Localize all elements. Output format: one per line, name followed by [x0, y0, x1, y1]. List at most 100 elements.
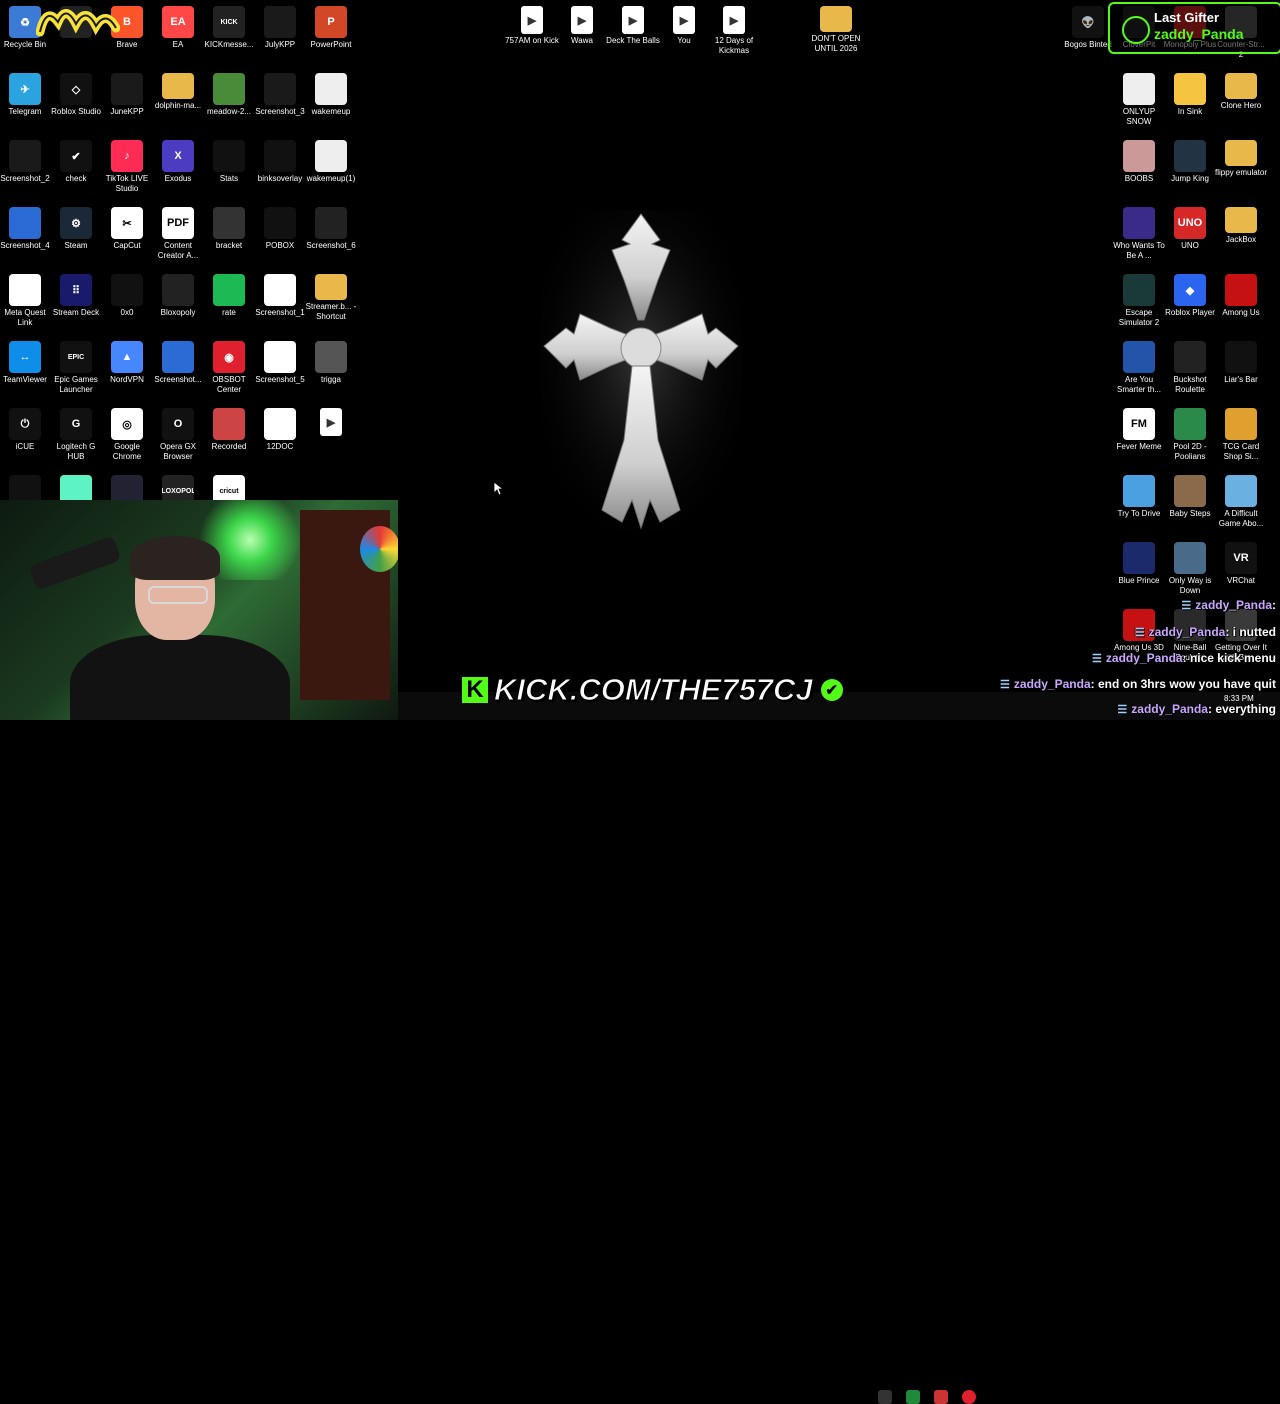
desktop-icon[interactable]: meadow-2...	[201, 69, 257, 117]
desktop-icon[interactable]: POBOX	[252, 203, 308, 251]
desktop-icon[interactable]: G Logitech G HUB	[48, 404, 104, 462]
desktop-icon[interactable]: EPIC Epic Games Launcher	[48, 337, 104, 395]
desktop-icon[interactable]: TCG Card Shop Si...	[1213, 404, 1269, 462]
xbox-icon[interactable]	[906, 1390, 920, 1404]
desktop-icon[interactable]: Clone Hero	[1213, 69, 1269, 111]
desktop-icon[interactable]: bracket	[201, 203, 257, 251]
desktop-icon[interactable]: ◎ Google Chrome	[99, 404, 155, 462]
chat-text: end on 3hrs wow you have quit	[1097, 677, 1276, 691]
desktop-icon[interactable]: ▶ Wawa	[554, 2, 610, 46]
desktop-icon[interactable]: Are You Smarter th...	[1111, 337, 1167, 395]
desktop-icon[interactable]: Bloxopoly	[150, 270, 206, 318]
desktop-icon[interactable]: ▶ 12 Days of Kickmas	[706, 2, 762, 56]
desktop-icon-label: 757AM on Kick	[505, 36, 559, 45]
desktop-icon[interactable]: ⚙ Steam	[48, 203, 104, 251]
desktop-icon-label: Meta Quest Link	[4, 308, 46, 327]
desktop-icon[interactable]: Recorded	[201, 404, 257, 452]
chat-username: zaddy_Panda	[1131, 702, 1208, 716]
desktop-icon[interactable]: Stats	[201, 136, 257, 184]
desktop-icon-label: Screenshot_4	[0, 241, 50, 250]
desktop-icon[interactable]: ▶ 757AM on Kick	[504, 2, 560, 46]
chat-username: zaddy_Panda	[1195, 598, 1272, 612]
desktop-icon[interactable]: JackBox	[1213, 203, 1269, 245]
desktop-icon[interactable]: BOOBS	[1111, 136, 1167, 184]
desktop-icon[interactable]: ✔ check	[48, 136, 104, 184]
desktop-icon[interactable]: Screenshot_6	[303, 203, 359, 251]
desktop-icon[interactable]: UNO UNO	[1162, 203, 1218, 251]
desktop-icon[interactable]: ⠿ Stream Deck	[48, 270, 104, 318]
desktop-icon[interactable]: Streamer.b... - Shortcut	[303, 270, 359, 322]
obsbot-tray-icon[interactable]	[962, 1390, 976, 1404]
desktop-icon[interactable]: dolphin-ma...	[150, 69, 206, 111]
desktop-icon[interactable]: Buckshot Roulette	[1162, 337, 1218, 395]
desktop-icon[interactable]: Screenshot_5	[252, 337, 308, 385]
desktop-icon-label: Blue Prince	[1118, 576, 1160, 585]
desktop-icon-label: Jump King	[1171, 174, 1209, 183]
desktop-icon[interactable]: ▶ Deck The Balls	[605, 2, 661, 46]
desktop-icon[interactable]: DON'T OPEN UNTIL 2026	[808, 2, 864, 54]
desktop-icon[interactable]: O Opera GX Browser	[150, 404, 206, 462]
desktop-icon[interactable]: Jump King	[1162, 136, 1218, 184]
desktop-icon[interactable]: Escape Simulator 2	[1111, 270, 1167, 328]
desktop-icon[interactable]: Screenshot_2	[0, 136, 53, 184]
desktop-icon[interactable]: trigga	[303, 337, 359, 385]
game-icon	[1123, 274, 1155, 306]
desktop-icon[interactable]: ◇ Roblox Studio	[48, 69, 104, 117]
desktop-icon-label: VRChat	[1226, 576, 1255, 585]
desktop-icon-label: Screenshot_1	[255, 308, 305, 317]
desktop-icon[interactable]: ⏻ iCUE	[0, 404, 53, 452]
teamviewer-icon: ↔	[9, 341, 41, 373]
desktop-icon[interactable]: JulyKPP	[252, 2, 308, 50]
desktop-icon[interactable]: Among Us	[1213, 270, 1269, 318]
desktop-icon[interactable]: 0x0	[99, 270, 155, 318]
desktop-icon[interactable]: ↔ TeamViewer	[0, 337, 53, 385]
desktop-icon[interactable]: Liar's Bar	[1213, 337, 1269, 385]
desktop-icon[interactable]: ♪ TikTok LIVE Studio	[99, 136, 155, 194]
desktop-icon[interactable]: binksoverlay	[252, 136, 308, 184]
desktop-icon[interactable]: JuneKPP	[99, 69, 155, 117]
desktop-icon[interactable]: Blue Prince	[1111, 538, 1167, 586]
streamer-glasses	[148, 586, 208, 604]
desktop-icon[interactable]: ▶ You	[656, 2, 712, 46]
desktop-icon[interactable]: PDF Content Creator A...	[150, 203, 206, 261]
desktop-icon[interactable]: EA EA	[150, 2, 206, 50]
desktop-icon[interactable]: rate	[201, 270, 257, 318]
desktop-icon[interactable]: Pool 2D - Poolians	[1162, 404, 1218, 462]
desktop-icon[interactable]: In Sink	[1162, 69, 1218, 117]
desktop-icon-label: Among Us	[1222, 308, 1260, 317]
desktop-icon[interactable]: ▶	[303, 404, 359, 438]
image-icon	[315, 341, 347, 373]
desktop-icon-label: 0x0	[120, 308, 134, 317]
desktop-icon[interactable]: ONLYUP SNOW	[1111, 69, 1167, 127]
desktop-icon[interactable]: KICK KICKmesse...	[201, 2, 257, 50]
desktop-icon[interactable]: Baby Steps	[1162, 471, 1218, 519]
desktop-icon[interactable]: A Difficult Game Abo...	[1213, 471, 1269, 529]
desktop-icon[interactable]: wakemeup	[303, 69, 359, 117]
desktop-icon[interactable]: flippy emulator	[1213, 136, 1269, 178]
desktop-icon[interactable]: Screenshot_4	[0, 203, 53, 251]
chat-message: ☰ zaddy_Panda: nice kick menu	[1092, 651, 1276, 665]
qr-icon	[315, 140, 347, 172]
file-icon	[9, 274, 41, 306]
taskbar-app-icon[interactable]	[878, 1390, 892, 1404]
desktop-icon[interactable]: Meta Quest Link	[0, 270, 53, 328]
taskbar-app-icon[interactable]	[934, 1390, 948, 1404]
desktop-icon[interactable]: ✈ Telegram	[0, 69, 53, 117]
desktop-icon[interactable]: ◉ OBSBOT Center	[201, 337, 257, 395]
desktop-icon[interactable]: FM Fever Meme	[1111, 404, 1167, 452]
desktop-icon[interactable]: VR VRChat	[1213, 538, 1269, 586]
desktop-icon[interactable]: ◆ Roblox Player	[1162, 270, 1218, 318]
desktop-icon[interactable]: Screenshot_1	[252, 270, 308, 318]
desktop-icon[interactable]: ▲ NordVPN	[99, 337, 155, 385]
desktop-icon[interactable]: P PowerPoint	[303, 2, 359, 50]
desktop-icon[interactable]: 12DOC	[252, 404, 308, 452]
desktop-icon[interactable]: wakemeup(1)	[303, 136, 359, 184]
desktop-icon[interactable]: X Exodus	[150, 136, 206, 184]
desktop-icon[interactable]: Screenshot_3	[252, 69, 308, 117]
desktop-icon[interactable]: Try To Drive	[1111, 471, 1167, 519]
desktop-icon[interactable]: ✂ CapCut	[99, 203, 155, 251]
desktop-icon[interactable]: Screenshot...	[150, 337, 206, 385]
stream-deck-icon: ⠿	[60, 274, 92, 306]
desktop-icon[interactable]: Who Wants To Be A ...	[1111, 203, 1167, 261]
desktop-icon[interactable]: Only Way is Down	[1162, 538, 1218, 596]
